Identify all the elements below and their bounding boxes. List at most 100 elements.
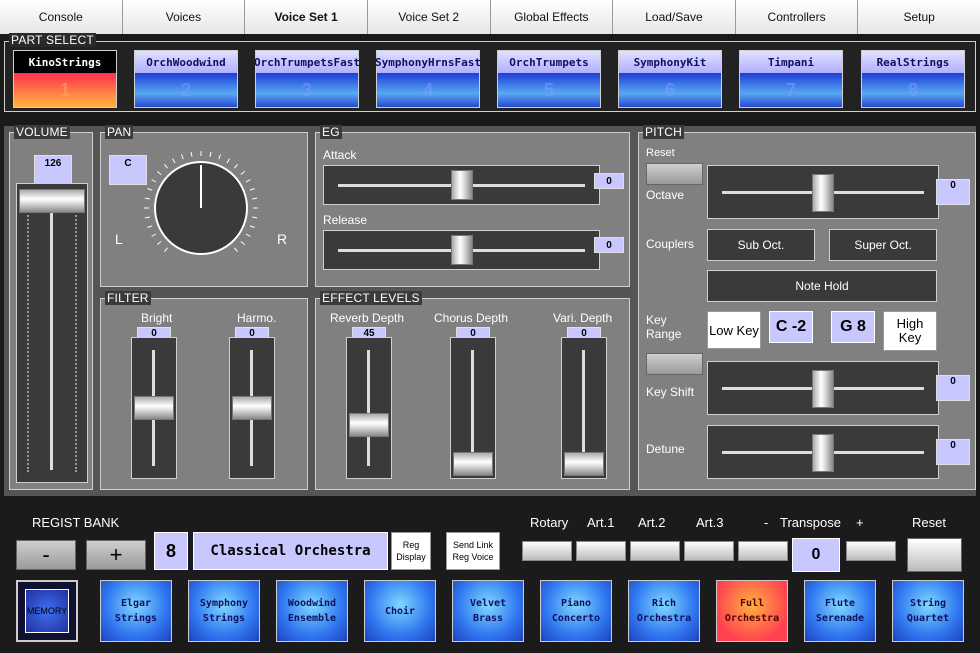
release-label: Release bbox=[323, 213, 368, 227]
vari-slider[interactable] bbox=[561, 337, 607, 479]
registration-button-7[interactable]: Rich Orchestra bbox=[628, 580, 700, 642]
tab-voice-set-1[interactable]: Voice Set 1 bbox=[245, 0, 368, 34]
detune-label: Detune bbox=[646, 442, 685, 456]
registration-button-8[interactable]: Full Orchestra bbox=[716, 580, 788, 642]
part-button-3[interactable]: OrchTrumpetsFast 3 bbox=[254, 50, 360, 108]
attack-slider[interactable] bbox=[323, 165, 600, 205]
registration-button-10[interactable]: String Quartet bbox=[892, 580, 964, 642]
transpose-plus-label: + bbox=[856, 515, 864, 530]
art1-button[interactable] bbox=[576, 541, 626, 561]
registration-button-1[interactable]: Elgar Strings bbox=[100, 580, 172, 642]
note-hold-button[interactable]: Note Hold bbox=[707, 270, 937, 302]
key-shift-value: 0 bbox=[936, 375, 970, 401]
sub-oct-button[interactable]: Sub Oct. bbox=[707, 229, 815, 261]
tab-voice-set-2[interactable]: Voice Set 2 bbox=[367, 0, 491, 34]
super-oct-button[interactable]: Super Oct. bbox=[829, 229, 937, 261]
tab-setup[interactable]: Setup bbox=[858, 0, 980, 34]
vari-label: Vari. Depth bbox=[553, 311, 613, 325]
tab-controllers[interactable]: Controllers bbox=[735, 0, 859, 34]
volume-slider-track bbox=[50, 196, 53, 470]
harmo-slider-thumb[interactable] bbox=[232, 396, 272, 420]
bank-plus-button[interactable]: + bbox=[86, 540, 146, 570]
art2-button[interactable] bbox=[630, 541, 680, 561]
harmo-label: Harmo. bbox=[237, 311, 277, 325]
part-name: SymphonyKit bbox=[619, 51, 721, 73]
registration-button-4[interactable]: Choir bbox=[364, 580, 436, 642]
high-key-value: G 8 bbox=[831, 311, 875, 343]
part-button-1[interactable]: KinoStrings 1 bbox=[13, 50, 117, 108]
bright-slider-thumb[interactable] bbox=[134, 396, 174, 420]
reset-button[interactable] bbox=[907, 538, 962, 572]
art3-button[interactable] bbox=[684, 541, 734, 561]
pitch-reset-button[interactable] bbox=[646, 163, 703, 185]
pan-knob[interactable] bbox=[101, 133, 309, 288]
tab-console[interactable]: Console bbox=[0, 0, 123, 34]
knob-tick bbox=[245, 233, 251, 237]
key-shift-slider-thumb[interactable] bbox=[812, 370, 834, 408]
volume-slider-thumb[interactable] bbox=[19, 189, 85, 213]
attack-value: 0 bbox=[594, 173, 624, 189]
bank-minus-button[interactable]: - bbox=[16, 540, 76, 570]
bright-slider[interactable] bbox=[131, 337, 177, 479]
part-name: OrchTrumpets bbox=[498, 51, 600, 73]
knob-tick bbox=[190, 151, 193, 157]
transpose-minus-label: - bbox=[764, 515, 769, 530]
memory-button[interactable]: MEMORY bbox=[16, 580, 78, 642]
octave-slider[interactable] bbox=[707, 165, 939, 219]
release-slider-thumb[interactable] bbox=[451, 235, 473, 265]
part-number: 3 bbox=[256, 73, 358, 107]
pan-panel: PAN C L R bbox=[100, 125, 309, 288]
harmo-slider[interactable] bbox=[229, 337, 275, 479]
tab-bar: Console Voices Voice Set 1 Voice Set 2 G… bbox=[0, 0, 980, 34]
regist-bank-label: REGIST BANK bbox=[32, 515, 120, 530]
low-key-button[interactable]: Low Key bbox=[707, 311, 761, 349]
release-value: 0 bbox=[594, 237, 624, 253]
octave-slider-thumb[interactable] bbox=[812, 174, 834, 212]
detune-value: 0 bbox=[936, 439, 970, 465]
volume-title: VOLUME bbox=[14, 125, 70, 139]
send-link-button[interactable]: Send Link Reg Voice bbox=[446, 532, 500, 570]
reg-display-button[interactable]: Reg Display bbox=[391, 532, 431, 570]
volume-value: 126 bbox=[34, 155, 72, 185]
detune-slider-thumb[interactable] bbox=[812, 434, 834, 472]
vari-slider-thumb[interactable] bbox=[564, 452, 604, 476]
rotary-button[interactable] bbox=[522, 541, 572, 561]
chorus-slider[interactable] bbox=[450, 337, 496, 479]
registration-button-3[interactable]: Woodwind Ensemble bbox=[276, 580, 348, 642]
part-name: Timpani bbox=[740, 51, 842, 73]
transpose-plus-button[interactable] bbox=[846, 541, 896, 561]
bank-name: Classical Orchestra bbox=[193, 532, 388, 570]
part-button-8[interactable]: RealStrings 8 bbox=[861, 50, 965, 108]
registration-button-5[interactable]: Velvet Brass bbox=[452, 580, 524, 642]
transpose-minus-button[interactable] bbox=[738, 541, 788, 561]
detune-slider[interactable] bbox=[707, 425, 939, 479]
chorus-slider-track bbox=[471, 350, 474, 466]
release-slider[interactable] bbox=[323, 230, 600, 270]
high-key-button[interactable]: High Key bbox=[883, 311, 937, 351]
part-button-5[interactable]: OrchTrumpets 5 bbox=[497, 50, 601, 108]
volume-slider[interactable] bbox=[16, 183, 88, 483]
knob-tick bbox=[249, 188, 255, 191]
part-button-7[interactable]: Timpani 7 bbox=[739, 50, 843, 108]
part-number: 7 bbox=[740, 73, 842, 107]
key-shift-reset-button[interactable] bbox=[646, 353, 703, 375]
registration-button-6[interactable]: Piano Concerto bbox=[540, 580, 612, 642]
reverb-slider[interactable] bbox=[346, 337, 392, 479]
octave-value: 0 bbox=[936, 179, 970, 205]
reverb-slider-thumb[interactable] bbox=[349, 413, 389, 437]
effect-levels-title: EFFECT LEVELS bbox=[320, 291, 422, 305]
pitch-title: PITCH bbox=[643, 125, 684, 139]
registration-button-2[interactable]: Symphony Strings bbox=[188, 580, 260, 642]
tab-voices[interactable]: Voices bbox=[122, 0, 246, 34]
tab-load-save[interactable]: Load/Save bbox=[613, 0, 736, 34]
knob-tick bbox=[163, 247, 168, 252]
chorus-slider-thumb[interactable] bbox=[453, 452, 493, 476]
registration-button-9[interactable]: Flute Serenade bbox=[804, 580, 876, 642]
key-shift-slider[interactable] bbox=[707, 361, 939, 415]
part-button-6[interactable]: SymphonyKit 6 bbox=[618, 50, 722, 108]
attack-slider-thumb[interactable] bbox=[451, 170, 473, 200]
tab-global-effects[interactable]: Global Effects bbox=[490, 0, 614, 34]
part-button-2[interactable]: OrchWoodwind 2 bbox=[134, 50, 238, 108]
knob-tick bbox=[240, 241, 245, 246]
part-button-4[interactable]: SymphonyHrnsFast 4 bbox=[375, 50, 481, 108]
